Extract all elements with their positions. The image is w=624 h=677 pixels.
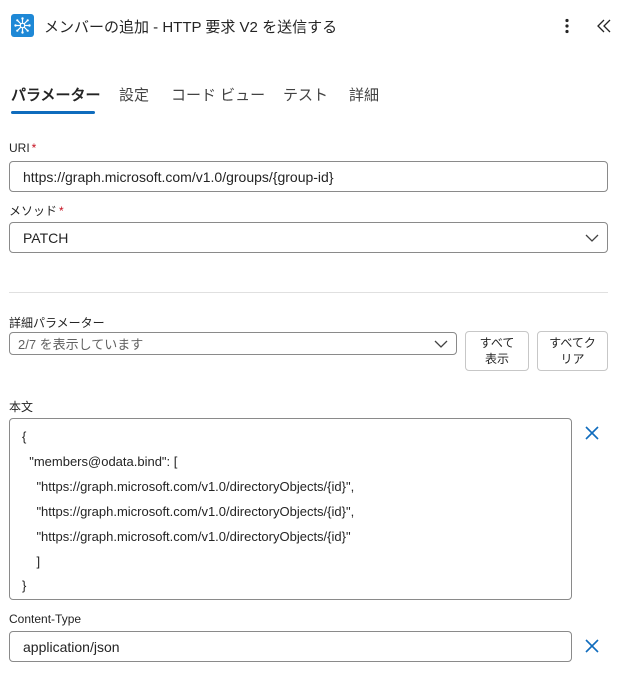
more-options-button[interactable] bbox=[556, 14, 578, 38]
remove-content-type-button[interactable] bbox=[582, 636, 602, 656]
code-line: "members@odata.bind": [ bbox=[22, 454, 178, 469]
required-mark: * bbox=[59, 204, 64, 218]
content-type-input[interactable]: application/json bbox=[9, 631, 572, 662]
method-label: メソッド * bbox=[9, 204, 64, 218]
show-all-button[interactable]: すべて 表示 bbox=[465, 331, 529, 371]
chevron-down-icon bbox=[434, 340, 448, 348]
body-label: 本文 bbox=[9, 400, 34, 414]
tab-details[interactable]: 詳細 bbox=[349, 84, 379, 105]
more-vertical-icon bbox=[565, 18, 569, 34]
uri-label: URI * bbox=[9, 141, 37, 155]
chevron-down-icon bbox=[585, 234, 599, 242]
uri-input[interactable]: https://graph.microsoft.com/v1.0/groups/… bbox=[9, 161, 608, 192]
panel-header: メンバーの追加 - HTTP 要求 V2 を送信する bbox=[0, 0, 624, 52]
tab-settings[interactable]: 設定 bbox=[119, 84, 149, 105]
advanced-parameters-dropdown[interactable]: 2/7 を表示しています bbox=[9, 332, 457, 355]
close-icon bbox=[585, 426, 599, 440]
collapse-panel-button[interactable] bbox=[592, 14, 616, 38]
panel-title: メンバーの追加 - HTTP 要求 V2 を送信する bbox=[44, 19, 338, 36]
network-icon bbox=[11, 14, 34, 37]
code-line: "https://graph.microsoft.com/v1.0/direct… bbox=[22, 479, 355, 494]
double-chevron-left-icon bbox=[597, 19, 611, 33]
tab-test[interactable]: テスト bbox=[283, 84, 328, 105]
code-line: { bbox=[22, 429, 27, 444]
tab-code-view[interactable]: コード ビュー bbox=[171, 84, 265, 105]
method-dropdown[interactable]: PATCH bbox=[9, 222, 608, 253]
tab-parameters[interactable]: パラメーター bbox=[11, 84, 101, 105]
body-editor[interactable]: { "members@odata.bind": [ "https://graph… bbox=[9, 418, 572, 600]
required-mark: * bbox=[31, 141, 37, 155]
code-line: "https://graph.microsoft.com/v1.0/direct… bbox=[22, 504, 355, 519]
content-type-value: application/json bbox=[23, 638, 120, 655]
clear-all-button[interactable]: すべてク リア bbox=[537, 331, 608, 371]
section-divider bbox=[9, 292, 608, 293]
advanced-parameters-value: 2/7 を表示しています bbox=[18, 337, 144, 352]
code-line: } bbox=[22, 578, 27, 593]
close-icon bbox=[585, 639, 599, 653]
code-line: "https://graph.microsoft.com/v1.0/direct… bbox=[22, 529, 351, 544]
remove-body-button[interactable] bbox=[582, 423, 602, 443]
content-type-label: Content-Type bbox=[9, 612, 82, 626]
uri-value: https://graph.microsoft.com/v1.0/groups/… bbox=[23, 168, 334, 185]
tab-bar: パラメーター 設定 コード ビュー テスト 詳細 bbox=[0, 80, 624, 120]
code-line: ] bbox=[22, 554, 41, 569]
advanced-parameters-label: 詳細パラメーター bbox=[9, 316, 105, 330]
active-tab-indicator bbox=[11, 111, 95, 114]
method-value: PATCH bbox=[23, 229, 69, 246]
